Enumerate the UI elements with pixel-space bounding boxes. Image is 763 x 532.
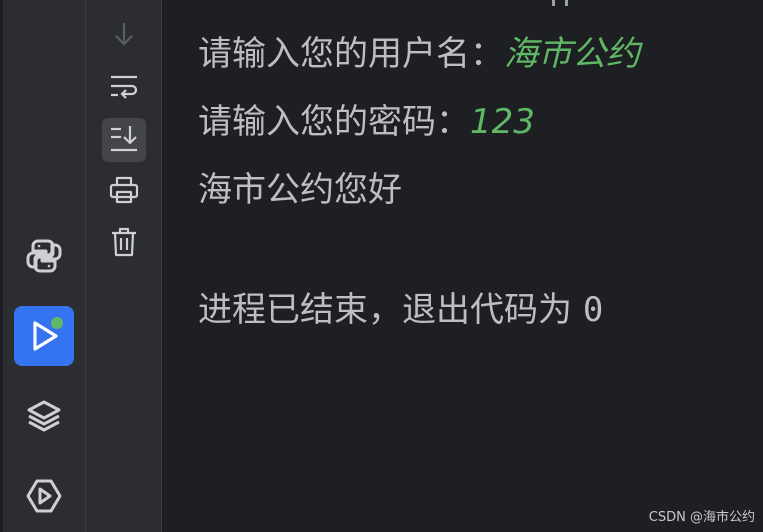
exit-code: 0 (582, 290, 604, 330)
run-tool-button[interactable] (14, 306, 74, 366)
username-prompt: 请输入您的用户名： (198, 34, 504, 74)
console-output[interactable]: 请输入您的用户名：海市公约 请输入您的密码：123 海市公约您好 进程已结束，退… (198, 20, 763, 344)
next-occurrence-button[interactable] (102, 14, 146, 58)
console-line-password: 请输入您的密码：123 (198, 88, 763, 156)
layers-tool-button[interactable] (14, 386, 74, 446)
strip-edge (0, 0, 3, 532)
tool-window-strip (0, 0, 86, 532)
exit-message: 进程已结束，退出代码为 (198, 290, 583, 330)
services-tool-button[interactable] (14, 466, 74, 526)
trash-icon (109, 226, 139, 262)
print-icon (108, 175, 140, 209)
console-line-greeting: 海市公约您好 (198, 156, 763, 224)
services-icon (25, 477, 63, 515)
layers-icon (25, 397, 63, 435)
down-arrow-icon (111, 20, 137, 52)
watermark: CSDN @海市公约 (648, 510, 755, 525)
print-button[interactable] (102, 170, 146, 214)
password-input-echo: 123 (470, 102, 535, 142)
python-console-button[interactable] (14, 226, 74, 286)
soft-wrap-button[interactable] (102, 66, 146, 110)
greeting-text: 海市公约您好 (198, 170, 402, 210)
console-line-exit: 进程已结束，退出代码为 0 (198, 276, 763, 344)
password-prompt: 请输入您的密码： (198, 102, 470, 142)
running-indicator (50, 316, 64, 330)
console-line-username: 请输入您的用户名：海市公约 (198, 20, 763, 88)
clear-all-button[interactable] (102, 222, 146, 266)
username-input-echo: 海市公约 (504, 34, 640, 74)
python-icon (25, 237, 63, 275)
scroll-to-end-icon (108, 123, 140, 157)
scroll-to-end-button[interactable] (102, 118, 146, 162)
top-toolbar-stub (540, 0, 580, 6)
console-toolbar (86, 0, 162, 532)
run-console-window: 请输入您的用户名：海市公约 请输入您的密码：123 海市公约您好 进程已结束，退… (0, 0, 763, 532)
soft-wrap-icon (108, 72, 140, 104)
